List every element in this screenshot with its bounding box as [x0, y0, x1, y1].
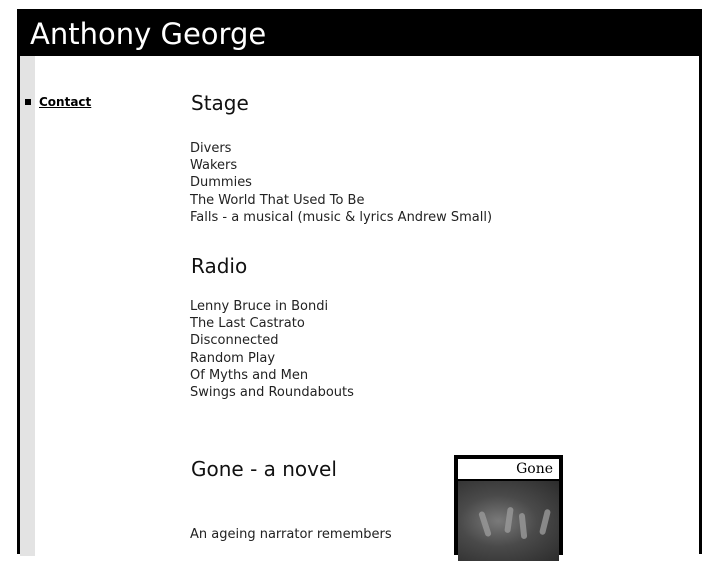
list-item: Dummies	[190, 175, 252, 191]
list-item: The Last Castrato	[190, 316, 305, 332]
list-item: Of Myths and Men	[190, 367, 309, 383]
site-title: Anthony George	[30, 17, 267, 51]
site-header: Anthony George	[20, 9, 699, 56]
stage-works-list: Divers Wakers Dummies The World That Use…	[190, 140, 492, 226]
list-item: Divers	[190, 141, 232, 156]
book-cover-image: Gone	[454, 455, 563, 561]
section-heading-stage: Stage	[191, 91, 249, 115]
section-heading-radio: Radio	[191, 254, 248, 278]
list-item: Swings and Roundabouts	[190, 385, 354, 401]
cover-figure	[478, 510, 492, 538]
radio-works-list: Lenny Bruce in Bondi The Last Castrato D…	[190, 298, 354, 401]
page-frame: Anthony George	[17, 9, 702, 556]
sidebar-strip	[20, 56, 35, 556]
section-heading-novel: Gone - a novel	[191, 457, 337, 481]
list-item: Falls - a musical (music & lyrics Andrew…	[190, 209, 493, 225]
cover-figure	[504, 506, 514, 534]
bullet-icon	[25, 99, 31, 105]
sidebar-item-contact[interactable]: Contact	[25, 95, 91, 109]
contact-link[interactable]: Contact	[39, 95, 91, 109]
novel-description: An ageing narrator remembers	[190, 527, 392, 542]
book-cover-art	[458, 481, 559, 561]
list-item: Wakers	[190, 158, 238, 174]
list-item: Lenny Bruce in Bondi	[190, 299, 329, 314]
cover-figure	[518, 512, 528, 540]
list-item: The World That Used To Be	[190, 192, 365, 208]
book-cover-title: Gone	[458, 459, 559, 479]
cover-figure	[538, 508, 552, 536]
list-item: Random Play	[190, 350, 276, 366]
list-item: Disconnected	[190, 333, 279, 349]
